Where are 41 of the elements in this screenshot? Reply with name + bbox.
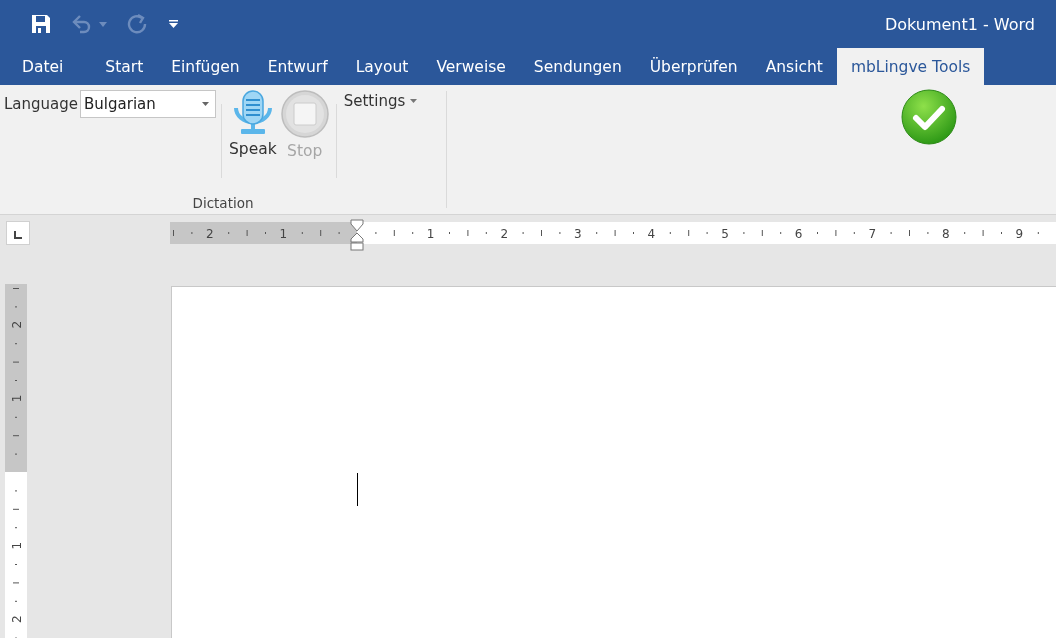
window-title: Dokument1 - Word <box>884 14 1035 34</box>
ruler-number: 4 <box>647 226 656 241</box>
checkmark-icon <box>900 88 958 146</box>
ruler-number: 1 <box>10 394 24 403</box>
language-label: Language <box>4 95 79 113</box>
ribbon-tab[interactable]: Verweise <box>422 48 520 85</box>
ribbon-tab[interactable]: Layout <box>341 48 423 85</box>
caret-icon <box>410 99 418 103</box>
ruler-number: 1 <box>279 226 288 241</box>
ruler-number: 1 <box>10 541 24 550</box>
ruler-number: 1 <box>426 226 435 241</box>
ruler-number: 2 <box>206 226 214 241</box>
caret-icon <box>202 102 210 106</box>
ruler-number: 2 <box>500 226 508 241</box>
customize-caret-icon[interactable] <box>169 20 178 28</box>
text-cursor <box>357 473 358 506</box>
ribbon-tab[interactable]: mbLingve Tools <box>836 48 985 85</box>
ribbon-tab[interactable]: Start <box>91 48 158 85</box>
ribbon-tab[interactable]: Ansicht <box>751 48 837 85</box>
save-icon[interactable] <box>31 14 51 34</box>
ribbon-tab[interactable]: Überprüfen <box>635 48 752 85</box>
ribbon-tab[interactable]: Datei <box>0 48 92 85</box>
settings-dropdown[interactable]: Settings <box>341 90 420 112</box>
ruler-number: 8 <box>942 226 950 241</box>
speak-button[interactable]: Speak <box>227 90 279 158</box>
ribbon-tab[interactable]: Einfügen <box>157 48 254 85</box>
ruler-number: 6 <box>794 226 803 241</box>
ruler-number: 3 <box>574 226 582 241</box>
ribbon-tab[interactable]: Sendungen <box>519 48 636 85</box>
ruler-number: 2 <box>10 615 24 623</box>
ruler-number: 5 <box>721 226 729 241</box>
language-dropdown[interactable]: Bulgarian <box>80 90 217 118</box>
indent-marker-icon[interactable] <box>350 219 364 251</box>
stop-icon <box>280 90 329 138</box>
ruler-number: 2 <box>10 321 24 329</box>
group-label: Dictation <box>192 195 254 211</box>
ribbon-tab[interactable]: Entwurf <box>253 48 342 85</box>
tab-selector-button[interactable] <box>6 220 30 245</box>
ruler-number: 7 <box>868 226 876 241</box>
ruler-number: 9 <box>1015 226 1024 241</box>
left-tab-icon <box>14 230 22 239</box>
